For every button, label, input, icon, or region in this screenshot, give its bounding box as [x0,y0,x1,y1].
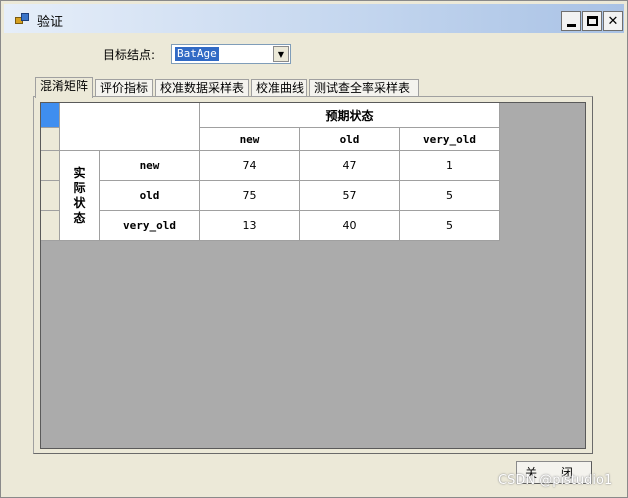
row-label: new [100,151,200,181]
matrix-cell[interactable]: 57 [300,181,400,211]
matrix-cell[interactable]: 47 [300,151,400,181]
window: 验证 ✕ 目标结点: BatAge ▼ 混淆矩阵 评价指标 校准数据采样表 校准… [0,0,628,498]
tab-confusion-matrix[interactable]: 混淆矩阵 [35,77,93,98]
row-label: very_old [100,211,200,241]
actual-state-header: 实际状态 [73,165,86,225]
row-header[interactable] [41,128,60,151]
chevron-down-icon[interactable]: ▼ [273,46,289,62]
tab-recall-sampling[interactable]: 测试查全率采样表 [309,79,419,97]
row-header[interactable] [41,211,60,241]
row-header[interactable] [41,181,60,211]
column-header: old [300,128,400,151]
tab-panel: 预期状态 new old very_old 实际状态 new old very_… [33,96,593,454]
row-header[interactable] [41,151,60,181]
tab-evaluation-metrics[interactable]: 评价指标 [95,79,153,97]
matrix-cell[interactable]: 74 [200,151,300,181]
confusion-matrix-grid: 预期状态 new old very_old 实际状态 new old very_… [40,102,586,449]
matrix-cell[interactable]: 5 [400,181,500,211]
actual-state-header-cell: 实际状态 [60,151,100,241]
app-icon [15,13,31,27]
matrix-cell[interactable]: 5 [400,211,500,241]
row-label: old [100,181,200,211]
target-node-label: 目标结点: [103,48,156,62]
title-bar: 验证 ✕ [4,4,624,33]
matrix-cell[interactable]: 13 [200,211,300,241]
column-header: new [200,128,300,151]
predicted-state-header: 预期状态 [200,103,500,128]
close-window-button[interactable]: ✕ [603,11,623,31]
watermark: CSDN @pistudio1 [498,473,613,488]
tab-calibration-sampling[interactable]: 校准数据采样表 [155,79,249,97]
target-node-value: BatAge [175,47,219,61]
maximize-button[interactable] [582,11,602,31]
matrix-cell[interactable]: 75 [200,181,300,211]
minimize-icon [566,23,576,27]
row-header-selected[interactable] [41,103,60,128]
window-title: 验证 [37,15,64,30]
column-header: very_old [400,128,500,151]
target-node-select[interactable]: BatAge ▼ [171,44,291,64]
matrix-cell[interactable]: 1 [400,151,500,181]
tab-calibration-curve[interactable]: 校准曲线 [251,79,307,97]
matrix-cell[interactable]: 40 [300,211,400,241]
corner-cell [60,103,200,151]
minimize-button[interactable] [561,11,581,31]
maximize-icon [586,16,598,26]
close-icon: ✕ [607,13,619,29]
